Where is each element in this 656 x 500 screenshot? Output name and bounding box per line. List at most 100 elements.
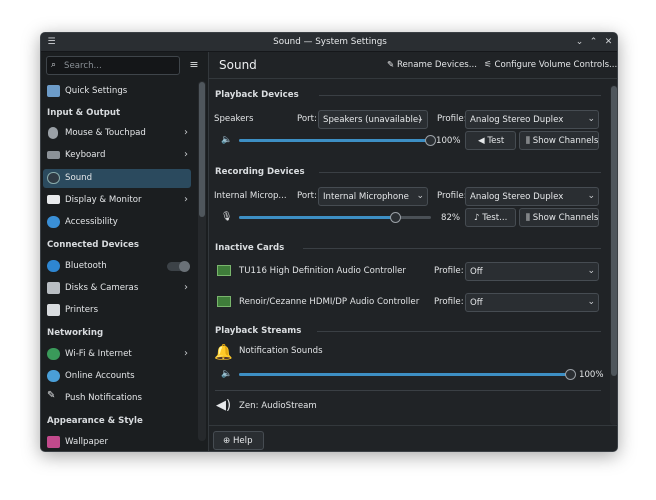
channels-icon: ⫼ <box>526 136 533 146</box>
accessibility-icon <box>47 216 60 228</box>
sidebar-item-wallpaper[interactable]: Wallpaper <box>43 433 191 451</box>
sidebar-item-push-notifications[interactable]: ✎ Push Notifications <box>43 389 191 408</box>
sliders-icon: ⚟ <box>484 60 495 70</box>
sidebar-item-accessibility[interactable]: Accessibility <box>43 213 191 232</box>
playback-show-channels-button[interactable]: ⫼ Show Channels <box>519 131 599 150</box>
title-bar: ☰ Sound — System Settings ⌄ ⌃ ✕ <box>41 33 617 52</box>
sidebar-item-printers[interactable]: Printers <box>43 301 191 320</box>
search-icon: ⌕ <box>51 60 57 70</box>
sound-card-icon <box>217 296 231 307</box>
sidebar-item-quick-settings[interactable]: Quick Settings <box>43 82 191 101</box>
inactive-card-profile-select[interactable]: Off ⌄ <box>465 262 599 281</box>
maximize-button[interactable]: ⌃ <box>587 36 600 49</box>
configure-volume-controls-button[interactable]: ⚟ Configure Volume Controls... <box>484 60 617 70</box>
divider <box>317 331 601 332</box>
speaker-icon <box>47 172 60 184</box>
pin-icon: ✎ <box>47 390 56 401</box>
sidebar-scrollbar-thumb[interactable] <box>199 82 205 217</box>
hamburger-menu-button[interactable]: ≡ <box>187 58 201 72</box>
keyboard-icon <box>47 151 60 159</box>
mouse-icon <box>48 127 58 139</box>
minimize-button[interactable]: ⌄ <box>573 36 586 49</box>
chevron-down-icon: ⌄ <box>416 191 424 201</box>
globe-icon <box>47 348 60 360</box>
microphone-icon: ♪ <box>474 213 483 223</box>
profile-label: Profile: <box>437 114 467 124</box>
microphone-icon[interactable]: 🎙 <box>221 212 232 222</box>
chevron-right-icon: › <box>184 282 188 293</box>
page-title: Sound <box>219 58 257 72</box>
search-placeholder: Search... <box>64 61 102 71</box>
bluetooth-toggle-knob <box>179 261 190 272</box>
chevron-down-icon: ⌄ <box>587 297 595 307</box>
sidebar-item-wifi-internet[interactable]: Wi-Fi & Internet › <box>43 345 191 364</box>
profile-label: Profile: <box>437 191 467 201</box>
chevron-down-icon: ⌄ <box>416 114 424 124</box>
recording-device-name: Internal Microp... <box>214 191 287 201</box>
playback-streams-title: Playback Streams <box>215 326 302 336</box>
profile-label: Profile: <box>434 266 464 276</box>
system-settings-window: ☰ Sound — System Settings ⌄ ⌃ ✕ ⌕ Search… <box>40 32 618 452</box>
sound-content: Playback Devices Speakers Port: Speakers… <box>209 80 609 423</box>
playback-devices-title: Playback Devices <box>215 90 299 100</box>
stream-name: Zen: AudioStream <box>239 401 317 411</box>
section-header-input-output: Input & Output <box>47 108 121 118</box>
chevron-down-icon: ⌄ <box>587 191 595 201</box>
inactive-card-name: Renoir/Cezanne HDMI/DP Audio Controller <box>239 297 420 307</box>
chevron-right-icon: › <box>184 127 188 138</box>
page-header: Sound ✎ Rename Devices... ⚟ Configure Vo… <box>209 52 617 79</box>
close-button[interactable]: ✕ <box>602 36 615 49</box>
recording-volume-value: 82% <box>441 213 461 223</box>
divider <box>215 390 601 391</box>
playback-volume-fill <box>239 139 431 142</box>
sidebar-item-online-accounts[interactable]: Online Accounts <box>43 367 191 386</box>
audio-stream-icon: ◀) <box>216 398 232 413</box>
section-header-networking: Networking <box>47 328 104 338</box>
search-input[interactable]: ⌕ Search... <box>46 56 180 75</box>
footer: ⊕ Help <box>209 425 617 451</box>
divider <box>319 95 601 96</box>
disk-icon <box>47 282 60 294</box>
wallpaper-icon <box>47 436 60 448</box>
chevron-right-icon: › <box>184 348 188 359</box>
channels-icon: ⫼ <box>526 213 533 223</box>
sidebar-item-disks-cameras[interactable]: Disks & Cameras › <box>43 279 191 298</box>
chevron-down-icon: ⌄ <box>587 114 595 124</box>
sidebar-item-mouse-touchpad[interactable]: Mouse & Touchpad › <box>43 124 191 143</box>
inactive-card-profile-select[interactable]: Off ⌄ <box>465 293 599 312</box>
notification-volume-value: 100% <box>579 370 604 380</box>
chevron-right-icon: › <box>184 149 188 160</box>
recording-test-button[interactable]: ♪ Test... <box>465 208 516 227</box>
main-scrollbar-thumb[interactable] <box>611 86 617 376</box>
notification-volume-handle[interactable] <box>565 369 576 380</box>
sidebar-item-display-monitor[interactable]: Display & Monitor › <box>43 191 191 210</box>
port-label: Port: <box>297 191 317 201</box>
section-header-appearance: Appearance & Style <box>47 416 143 426</box>
speaker-icon[interactable]: 🔈 <box>221 135 232 145</box>
divider <box>303 248 601 249</box>
speaker-icon[interactable]: 🔈 <box>221 369 232 379</box>
playback-port-select[interactable]: Speakers (unavailable) ⌄ <box>318 110 428 129</box>
chevron-down-icon: ⌄ <box>587 266 595 276</box>
playback-test-button[interactable]: ◀ Test <box>465 131 516 150</box>
port-label: Port: <box>297 114 317 124</box>
playback-volume-value: 100% <box>436 136 461 146</box>
recording-port-select[interactable]: Internal Microphone ⌄ <box>318 187 428 206</box>
inactive-card-name: TU116 High Definition Audio Controller <box>239 266 406 276</box>
help-button[interactable]: ⊕ Help <box>213 431 264 450</box>
printer-icon <box>47 304 60 316</box>
rename-devices-button[interactable]: ✎ Rename Devices... <box>387 60 477 70</box>
main-panel: Sound ✎ Rename Devices... ⚟ Configure Vo… <box>209 52 617 451</box>
sidebar-item-bluetooth[interactable]: Bluetooth <box>43 257 191 276</box>
section-header-connected-devices: Connected Devices <box>47 240 139 250</box>
sidebar-item-sound[interactable]: Sound <box>43 169 191 188</box>
divider <box>319 172 601 173</box>
recording-profile-select[interactable]: Analog Stereo Duplex ⌄ <box>465 187 599 206</box>
playback-profile-select[interactable]: Analog Stereo Duplex ⌄ <box>465 110 599 129</box>
recording-volume-handle[interactable] <box>390 212 401 223</box>
playback-volume-handle[interactable] <box>425 135 436 146</box>
notification-volume-fill <box>239 373 571 376</box>
help-icon: ⊕ <box>223 436 233 446</box>
recording-show-channels-button[interactable]: ⫼ Show Channels <box>519 208 599 227</box>
sidebar-item-keyboard[interactable]: Keyboard › <box>43 146 191 165</box>
